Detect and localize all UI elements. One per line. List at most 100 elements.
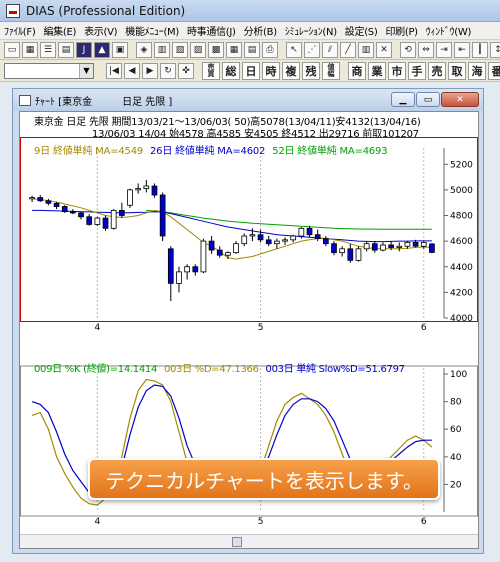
toolbar-table-icon[interactable]: ▤ — [58, 41, 74, 58]
price-y-tick-label: 5200 — [450, 160, 473, 170]
btn-hour[interactable]: 時 — [262, 61, 280, 80]
chart-window-titlebar[interactable]: ﾁｬｰﾄ [東京金 日足 先限 ] ▁ ▭ ✕ — [13, 89, 483, 111]
candle-body — [151, 185, 158, 196]
toolbar-bar-icon[interactable]: ▧ — [172, 41, 188, 58]
candle-body — [306, 227, 313, 236]
candle-body — [314, 234, 321, 239]
toolbar-image-icon[interactable]: ▣ — [112, 41, 128, 58]
btn-buysell[interactable]: 売 買 — [202, 61, 220, 80]
price-y-tick-label: 4600 — [450, 237, 473, 247]
menu-settings[interactable]: 設定(S) — [341, 23, 382, 38]
candle-body — [265, 239, 272, 245]
toolbar-palette-icon[interactable]: ◈ — [136, 41, 152, 58]
scrollbar-thumb[interactable] — [232, 537, 242, 547]
toolbar-window-icon[interactable]: ▭ — [4, 41, 20, 58]
btn-tori[interactable]: 取 — [448, 61, 466, 80]
legend-ma9: 9日 終値単純 MA=4549 — [34, 146, 144, 157]
toolbar-grid-icon[interactable]: ▦ — [22, 41, 38, 58]
btn-zan[interactable]: 残 — [302, 61, 320, 80]
menu-simulation[interactable]: ｼﾐｭﾚｰｼｮﾝ(N) — [281, 23, 341, 38]
candle-body — [176, 271, 182, 284]
close-icon[interactable]: ✕ — [441, 92, 479, 107]
price-x-tick-label: 5 — [258, 323, 264, 333]
menu-print[interactable]: 印刷(P) — [381, 23, 421, 38]
toolbar-list-icon[interactable]: ☰ — [40, 41, 56, 58]
osc-x-tick-label: 4 — [94, 517, 100, 527]
symbol-combo[interactable]: ▼ — [4, 62, 94, 79]
btn-te[interactable]: 手 — [408, 61, 426, 80]
menu-function[interactable]: 機能ﾒﾆｭｰ(M) — [121, 23, 183, 38]
menu-file[interactable]: ﾌｧｲﾙ(F) — [0, 23, 39, 38]
candle-body — [225, 252, 231, 256]
btn-gyou[interactable]: 業 — [368, 61, 386, 80]
toolbar-bars-icon[interactable]: ┃ — [472, 41, 488, 58]
btn-range[interactable]: 値 幅 — [322, 61, 340, 80]
candle-body — [159, 194, 166, 237]
price-y-tick-label: 4200 — [450, 288, 473, 298]
btn-sou[interactable]: 総 — [222, 61, 240, 80]
toolbar-pane-icon[interactable]: ▤ — [244, 41, 260, 58]
menu-window[interactable]: ｳｨﾝﾄﾞｳ(W) — [422, 23, 475, 38]
maximize-icon[interactable]: ▭ — [416, 92, 440, 107]
btn-kai[interactable]: 海 — [468, 61, 486, 80]
candle-body — [282, 239, 288, 242]
toolbar-fibo-icon[interactable]: ▥ — [358, 41, 374, 58]
toolbar-sync-icon[interactable]: ⟲ — [400, 41, 416, 58]
btn-ichi[interactable]: 市 — [388, 61, 406, 80]
candle-body — [45, 200, 52, 204]
legend-ma26: 26日 終値単純 MA=4602 — [150, 146, 266, 157]
main-toolbar: ▭ ▦ ☰ ▤ J ▲ ▣ ◈ ▥ ▧ ▨ ▩ ▦ ▤ ⎙ ↖ ⋰ ⫽ ╱ ▥ … — [0, 40, 500, 60]
toolbar-chart-icon[interactable]: ▲ — [94, 41, 110, 58]
crosshair-icon[interactable]: ✜ — [178, 62, 194, 79]
candle-body — [257, 234, 264, 241]
candle-body — [404, 242, 411, 247]
toolbar-rank-icon[interactable]: ▥ — [154, 41, 170, 58]
toolbar-print-icon[interactable]: ⎙ — [262, 41, 278, 58]
candle-body — [396, 245, 403, 248]
prev-icon[interactable]: ◀ — [124, 62, 140, 79]
next-icon[interactable]: ▶ — [142, 62, 158, 79]
toolbar-trend-icon[interactable]: ⋰ — [304, 41, 320, 58]
menu-jiji[interactable]: 時事通信(J) — [183, 23, 240, 38]
btn-uri[interactable]: 売 — [428, 61, 446, 80]
first-icon[interactable]: |◀ — [106, 62, 122, 79]
legend-slow: 003日 単純 Slow%D=51.6797 — [265, 364, 406, 375]
horizontal-scrollbar[interactable] — [20, 534, 478, 548]
toolbar-parallel-icon[interactable]: ⫽ — [322, 41, 338, 58]
candle-body — [102, 217, 109, 229]
toolbar-cursor-icon[interactable]: ↖ — [286, 41, 302, 58]
minimize-icon[interactable]: ▁ — [391, 92, 415, 107]
osc-y-tick-label: 20 — [450, 480, 462, 490]
menu-view[interactable]: 表示(V) — [80, 23, 121, 38]
price-y-tick-label: 4000 — [450, 314, 473, 324]
btn-ban[interactable]: 番 — [488, 61, 500, 80]
toolbar-shrink-icon[interactable]: ↕ — [490, 41, 500, 58]
candle-body — [249, 234, 256, 237]
ma52-line — [146, 209, 432, 230]
btn-day[interactable]: 日 — [242, 61, 260, 80]
toolbar-line-icon[interactable]: ╱ — [340, 41, 356, 58]
osc-x-tick-label: 6 — [421, 517, 427, 527]
candle-body — [70, 211, 76, 214]
candle-body — [29, 197, 35, 200]
toolbar-zoom-out-icon[interactable]: ⇤ — [454, 41, 470, 58]
btn-fuku[interactable]: 複 — [282, 61, 300, 80]
toolbar-tile-icon[interactable]: ▦ — [226, 41, 242, 58]
menu-edit[interactable]: 編集(E) — [39, 23, 80, 38]
candle-body — [429, 243, 435, 253]
menu-analysis[interactable]: 分析(B) — [240, 23, 281, 38]
candle-body — [110, 209, 117, 229]
legend-k: 009日 %K (終値)=14.1414 — [34, 364, 158, 375]
btn-shou[interactable]: 商 — [348, 61, 366, 80]
refresh-icon[interactable]: ↻ — [160, 62, 176, 79]
legend-ma52: 52日 終値単純 MA=4693 — [272, 146, 388, 157]
candle-body — [135, 188, 142, 191]
toolbar-board-icon[interactable]: ▨ — [190, 41, 206, 58]
app-titlebar: DIAS (Professional Edition) — [0, 0, 500, 22]
toolbar-zoom-in-icon[interactable]: ⇥ — [436, 41, 452, 58]
chevron-down-icon[interactable]: ▼ — [79, 63, 93, 78]
toolbar-j-icon[interactable]: J — [76, 41, 92, 58]
toolbar-stack-icon[interactable]: ▩ — [208, 41, 224, 58]
toolbar-erase-icon[interactable]: ✕ — [376, 41, 392, 58]
toolbar-scroll-icon[interactable]: ⇔ — [418, 41, 434, 58]
